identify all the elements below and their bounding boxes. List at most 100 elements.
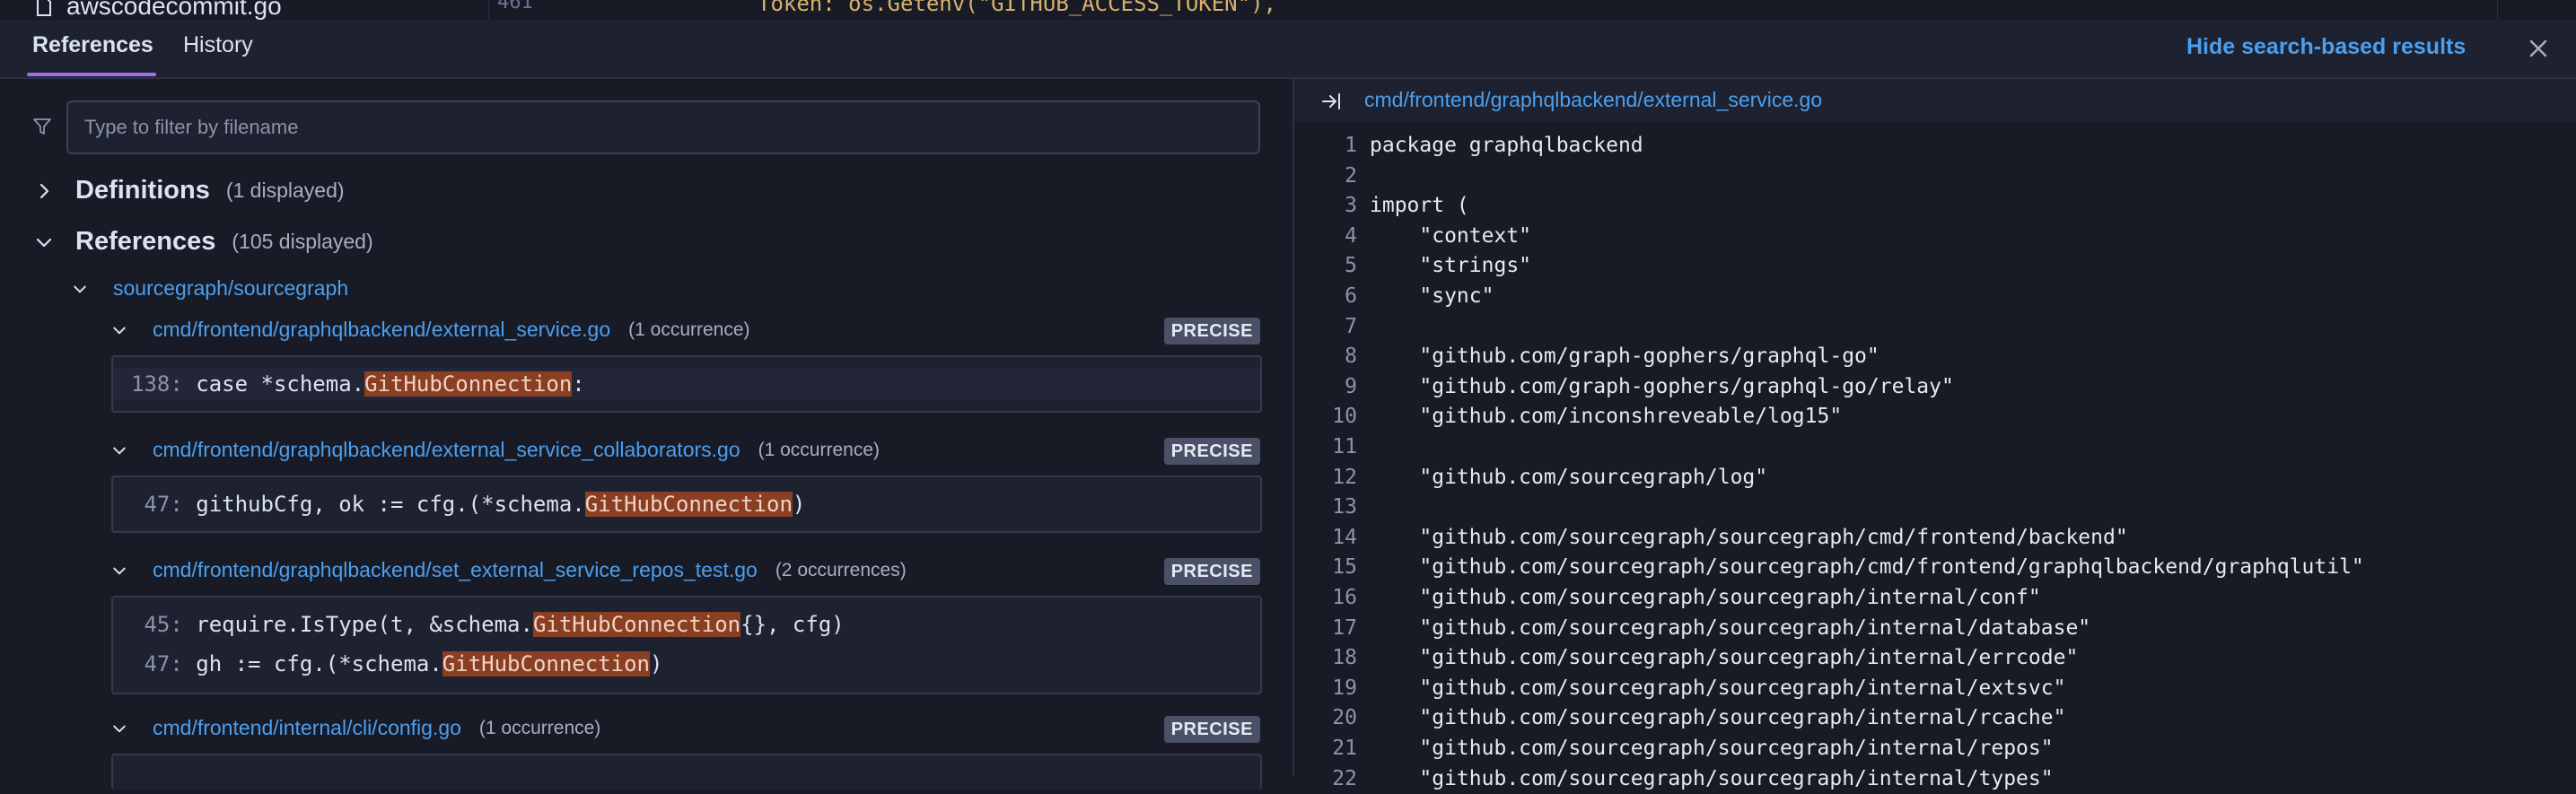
occurrence-count: (1 occurrence) [628, 318, 750, 340]
source-line[interactable]: 17 "github.com/sourcegraph/sourcegraph/i… [1294, 614, 2576, 643]
chevron-right-icon [39, 183, 49, 198]
tab-references[interactable]: References [32, 32, 153, 58]
definitions-section-toggle[interactable]: Definitions (1 displayed) [34, 176, 345, 205]
references-title: References [75, 227, 216, 256]
source-line[interactable]: 12 "github.com/sourcegraph/log" [1294, 463, 2576, 493]
file-group-toggle[interactable]: cmd/frontend/graphqlbackend/external_ser… [111, 318, 750, 342]
match-highlight: GitHubConnection [442, 651, 650, 676]
source-line[interactable]: 21 "github.com/sourcegraph/sourcegraph/i… [1294, 734, 2576, 763]
source-line[interactable]: 7 [1294, 312, 2576, 342]
source-line-number: 14 [1332, 525, 1357, 549]
code-post: ) [792, 492, 806, 517]
source-line-code: "github.com/sourcegraph/sourcegraph/inte… [1370, 646, 2079, 670]
hide-search-results-link[interactable]: Hide search-based results [2186, 34, 2466, 60]
active-tab-indicator [27, 73, 156, 76]
source-line[interactable]: 18 "github.com/sourcegraph/sourcegraph/i… [1294, 643, 2576, 673]
editor-file-name[interactable]: awscodecommit.go [66, 0, 282, 20]
source-line-code: "github.com/sourcegraph/sourcegraph/inte… [1370, 676, 2066, 700]
editor-gutter-divider [488, 0, 489, 20]
code-pre: gh := cfg.(*schema. [196, 651, 442, 676]
source-line[interactable]: 15 "github.com/sourcegraph/sourcegraph/c… [1294, 553, 2576, 582]
source-line-number: 12 [1332, 465, 1357, 489]
source-line[interactable]: 16 "github.com/sourcegraph/sourcegraph/i… [1294, 583, 2576, 613]
preview-file-path[interactable]: cmd/frontend/graphqlbackend/external_ser… [1364, 88, 1822, 112]
file-link[interactable]: cmd/frontend/graphqlbackend/set_external… [153, 558, 758, 582]
source-line-number: 13 [1332, 495, 1357, 519]
code-post: : [572, 371, 585, 397]
source-line-number: 22 [1332, 766, 1357, 790]
reference-line[interactable]: 47: githubCfg, ok := cfg.(*schema.GitHub… [113, 488, 1260, 520]
chevron-down-icon [74, 285, 86, 292]
repo-group-toggle[interactable]: sourcegraph/sourcegraph [72, 276, 348, 301]
close-icon[interactable] [2526, 36, 2551, 61]
precise-badge: PRECISE [1163, 716, 1260, 743]
precise-badge: PRECISE [1163, 318, 1260, 345]
source-line-number: 18 [1332, 646, 1357, 670]
repo-link[interactable]: sourcegraph/sourcegraph [113, 276, 348, 301]
file-icon [37, 0, 51, 16]
chevron-down-icon [113, 567, 126, 574]
editor-right-border [2497, 0, 2498, 20]
source-line[interactable]: 14 "github.com/sourcegraph/sourcegraph/c… [1294, 523, 2576, 553]
source-line-number: 10 [1332, 405, 1357, 429]
source-line[interactable]: 4 "context" [1294, 222, 2576, 251]
source-line-code: "github.com/sourcegraph/sourcegraph/inte… [1370, 766, 2054, 790]
file-link[interactable]: cmd/frontend/graphqlbackend/external_ser… [153, 438, 740, 462]
source-line-code: "github.com/sourcegraph/sourcegraph/inte… [1370, 737, 2054, 760]
reference-line[interactable]: 138: case *schema.GitHubConnection: [113, 368, 1260, 400]
source-line[interactable]: 5 "strings" [1294, 251, 2576, 281]
source-line-number: 2 [1345, 163, 1357, 188]
editor-code-line: Token: os.Getenv("GITHUB_ACCESS_TOKEN"), [758, 0, 1276, 16]
source-line-number: 6 [1345, 284, 1357, 308]
reference-line-number: 138: [131, 371, 183, 397]
source-line[interactable]: 6 "sync" [1294, 282, 2576, 311]
source-line[interactable]: 2 [1294, 161, 2576, 191]
source-line-code: "github.com/sourcegraph/log" [1370, 465, 1768, 489]
source-line[interactable]: 8 "github.com/graph-gophers/graphql-go" [1294, 342, 2576, 371]
code-pre: require.IsType(t, &schema. [196, 612, 533, 637]
definitions-title: Definitions [75, 176, 210, 205]
reference-code-box: 45: require.IsType(t, &schema.GitHubConn… [111, 596, 1262, 694]
source-line-number: 4 [1345, 223, 1357, 248]
reference-line[interactable]: 47: gh := cfg.(*schema.GitHubConnection) [113, 648, 1260, 680]
file-link[interactable]: cmd/frontend/internal/cli/config.go [153, 716, 461, 740]
source-line[interactable]: 1 package graphqlbackend [1294, 131, 2576, 161]
source-line-code: "github.com/graph-gophers/graphql-go/rel… [1370, 374, 1954, 398]
preview-header: cmd/frontend/graphqlbackend/external_ser… [1294, 79, 2576, 122]
source-line-code: "github.com/sourcegraph/sourcegraph/inte… [1370, 586, 2041, 609]
file-group-toggle[interactable]: cmd/frontend/graphqlbackend/set_external… [111, 558, 907, 582]
source-line[interactable]: 10 "github.com/inconshreveable/log15" [1294, 402, 2576, 432]
source-line-number: 16 [1332, 586, 1357, 609]
panel-tabs-bar: References History Hide search-based res… [0, 20, 2576, 79]
source-line-code: "github.com/sourcegraph/sourcegraph/inte… [1370, 706, 2066, 730]
source-line-number: 15 [1332, 555, 1357, 580]
code-post: ) [649, 651, 663, 676]
match-highlight: GitHubConnection [532, 612, 741, 637]
source-line-number: 11 [1332, 435, 1357, 458]
open-in-editor-icon[interactable] [1321, 92, 1341, 111]
file-group-toggle[interactable]: cmd/frontend/internal/cli/config.go (1 o… [111, 716, 600, 740]
source-line[interactable]: 3 import ( [1294, 191, 2576, 221]
references-section-toggle[interactable]: References (105 displayed) [34, 227, 373, 257]
source-line-code: "github.com/sourcegraph/sourcegraph/cmd/… [1370, 555, 2364, 580]
file-link[interactable]: cmd/frontend/graphqlbackend/external_ser… [153, 318, 610, 342]
reference-code-box: 138: case *schema.GitHubConnection: [111, 355, 1262, 413]
file-preview-panel: cmd/frontend/graphqlbackend/external_ser… [1294, 79, 2576, 790]
source-line[interactable]: 22 "github.com/sourcegraph/sourcegraph/i… [1294, 764, 2576, 794]
tab-history[interactable]: History [183, 32, 253, 58]
match-highlight: GitHubConnection [364, 371, 573, 397]
code-pre: githubCfg, ok := cfg.(*schema. [196, 492, 585, 517]
filename-filter-input[interactable] [66, 100, 1260, 154]
source-line-number: 17 [1332, 615, 1357, 640]
source-line-code: "context" [1370, 223, 1532, 248]
occurrence-count: (1 occurrence) [478, 717, 601, 738]
source-line[interactable]: 13 [1294, 493, 2576, 522]
source-line-code: "github.com/graph-gophers/graphql-go" [1370, 345, 1879, 369]
reference-line[interactable]: 45: require.IsType(t, &schema.GitHubConn… [113, 608, 1260, 641]
reference-code-box [111, 754, 1262, 790]
source-line[interactable]: 19 "github.com/sourcegraph/sourcegraph/i… [1294, 674, 2576, 703]
file-group-toggle[interactable]: cmd/frontend/graphqlbackend/external_ser… [111, 438, 880, 462]
source-line[interactable]: 20 "github.com/sourcegraph/sourcegraph/i… [1294, 703, 2576, 733]
source-line[interactable]: 11 [1294, 432, 2576, 462]
source-line[interactable]: 9 "github.com/graph-gophers/graphql-go/r… [1294, 372, 2576, 402]
